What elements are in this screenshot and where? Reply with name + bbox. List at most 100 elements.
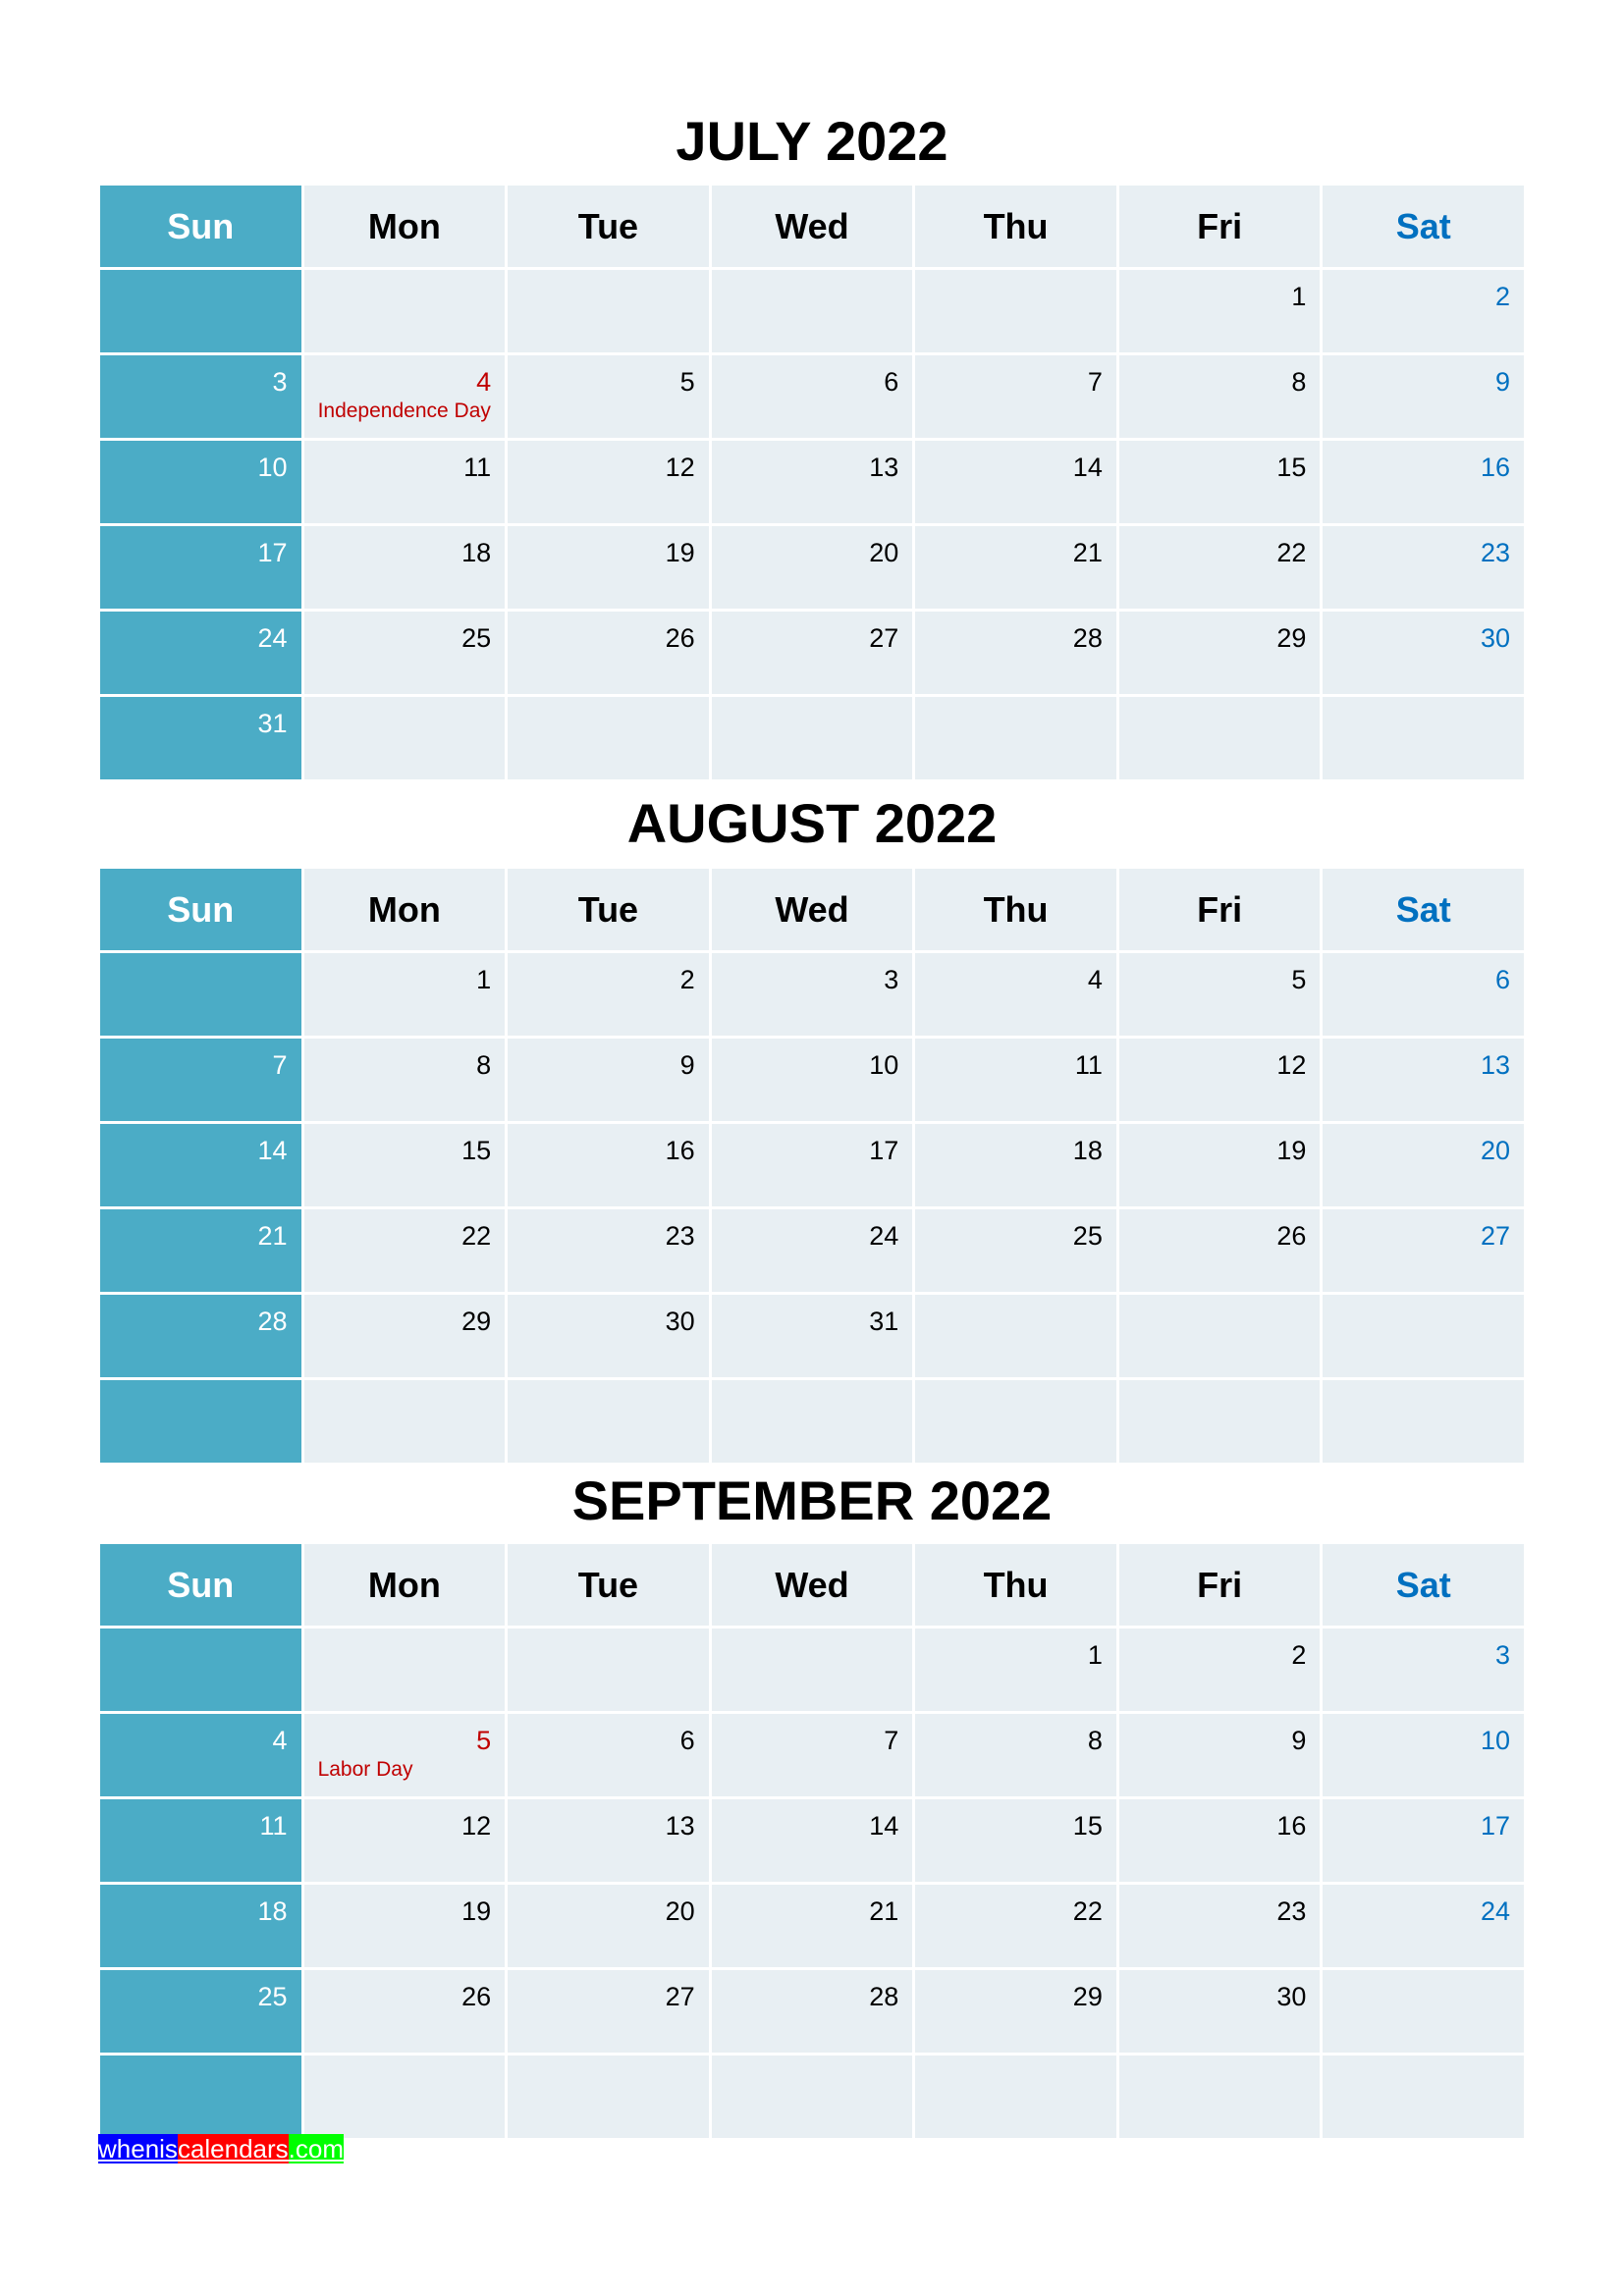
day-cell: 11	[100, 1799, 301, 1882]
day-number: 11	[463, 453, 492, 482]
day-number: 2	[1494, 282, 1510, 311]
day-number: 26	[461, 1982, 492, 2011]
day-cell: 25	[915, 1209, 1116, 1292]
day-cell: 8	[915, 1714, 1116, 1796]
day-cell: 5	[1118, 953, 1321, 1036]
day-cell: 29	[1118, 612, 1321, 694]
day-number: 15	[1276, 453, 1307, 482]
empty-day-cell	[1118, 1380, 1321, 1463]
day-cell: 8	[1118, 355, 1321, 438]
day-cell: 12	[508, 441, 709, 523]
day-cell: 9	[1118, 1714, 1321, 1796]
day-cell: 7	[915, 355, 1116, 438]
empty-day-cell	[711, 1380, 913, 1463]
empty-day-cell	[711, 697, 913, 779]
empty-day-cell	[1323, 697, 1524, 779]
day-number: 24	[869, 1221, 899, 1251]
empty-day-cell	[303, 1380, 506, 1463]
day-number: 18	[461, 538, 492, 567]
day-number: 15	[461, 1136, 492, 1165]
calendar-grid: Sun Mon Tue Wed Thu Fri Sat 1 2 3 4 Independence Da…	[100, 186, 1524, 779]
weekday-header-fri: Fri	[1118, 869, 1321, 950]
day-number: 29	[1072, 1982, 1103, 2011]
day-cell: 23	[1118, 1885, 1321, 1967]
empty-day-cell	[711, 1629, 913, 1711]
day-cell: 21	[711, 1885, 913, 1967]
empty-day-cell	[303, 1629, 506, 1711]
day-number: 10	[869, 1050, 899, 1080]
day-cell: 24	[711, 1209, 913, 1292]
day-cell: 1	[1118, 270, 1321, 352]
day-number: 2	[679, 965, 695, 994]
day-number: 28	[869, 1982, 899, 2011]
day-cell: 27	[1323, 1209, 1524, 1292]
day-number: 10	[257, 453, 288, 482]
day-number: 28	[257, 1307, 288, 1336]
day-cell: 25	[303, 612, 506, 694]
day-number: 7	[272, 1050, 288, 1080]
day-number: 21	[1072, 538, 1103, 567]
day-cell: 14	[100, 1124, 301, 1206]
day-cell: 15	[1118, 441, 1321, 523]
weekday-header-sun: Sun	[100, 186, 301, 267]
day-number: 9	[1291, 1726, 1307, 1755]
day-cell: 7	[711, 1714, 913, 1796]
day-number: 5	[1291, 965, 1307, 994]
day-number: 22	[1276, 538, 1307, 567]
holiday-label: Independence Day	[317, 400, 491, 422]
day-cell: 24	[1323, 1885, 1524, 1967]
calendar-grid: Sun Mon Tue Wed Thu Fri Sat 1 2 3 4 5 6 7 8 9 10 11 12 13 14…	[100, 869, 1524, 1463]
day-number: 23	[1480, 538, 1510, 567]
day-number: 23	[665, 1221, 695, 1251]
day-number: 24	[1480, 1896, 1510, 1926]
day-cell: 16	[1323, 441, 1524, 523]
day-number: 27	[1480, 1221, 1510, 1251]
day-cell: 31	[711, 1295, 913, 1377]
day-number: 11	[259, 1811, 288, 1841]
empty-day-cell	[1118, 1295, 1321, 1377]
day-cell: 4 Independence Day	[303, 355, 506, 438]
day-number: 13	[869, 453, 899, 482]
day-cell: 15	[915, 1799, 1116, 1882]
day-number: 7	[1087, 367, 1103, 397]
empty-day-cell	[508, 1380, 709, 1463]
day-number: 14	[257, 1136, 288, 1165]
day-number: 3	[884, 965, 899, 994]
weekday-header-mon: Mon	[303, 1544, 506, 1626]
day-cell: 26	[508, 612, 709, 694]
weekday-header-sat: Sat	[1323, 1544, 1524, 1626]
day-number: 30	[1480, 623, 1510, 653]
day-cell: 22	[1118, 526, 1321, 609]
day-cell: 21	[915, 526, 1116, 609]
day-number: 21	[257, 1221, 288, 1251]
day-cell: 29	[915, 1970, 1116, 2053]
day-number: 25	[257, 1982, 288, 2011]
weekday-header-sun: Sun	[100, 869, 301, 950]
day-number: 20	[869, 538, 899, 567]
day-cell: 3	[711, 953, 913, 1036]
day-number: 17	[869, 1136, 899, 1165]
day-number: 13	[1480, 1050, 1510, 1080]
day-number: 6	[884, 367, 899, 397]
day-cell: 3	[100, 355, 301, 438]
day-cell: 20	[1323, 1124, 1524, 1206]
day-cell: 29	[303, 1295, 506, 1377]
day-number: 29	[461, 1307, 492, 1336]
day-number: 16	[1480, 453, 1510, 482]
day-number: 22	[1072, 1896, 1103, 1926]
month-title: SEPTEMBER 2022	[571, 1469, 1053, 1531]
day-number: 19	[665, 538, 695, 567]
empty-day-cell	[711, 2056, 913, 2138]
footer-link[interactable]: whenis calendars .com	[98, 2134, 345, 2163]
empty-day-cell	[303, 270, 506, 352]
day-cell: 30	[508, 1295, 709, 1377]
day-number: 27	[665, 1982, 695, 2011]
day-cell: 23	[508, 1209, 709, 1292]
day-cell: 31	[100, 697, 301, 779]
weekday-header-wed: Wed	[711, 1544, 913, 1626]
day-number: 3	[272, 367, 288, 397]
day-number: 4	[1087, 965, 1103, 994]
day-cell: 19	[303, 1885, 506, 1967]
day-number: 8	[1291, 367, 1307, 397]
day-cell: 18	[100, 1885, 301, 1967]
